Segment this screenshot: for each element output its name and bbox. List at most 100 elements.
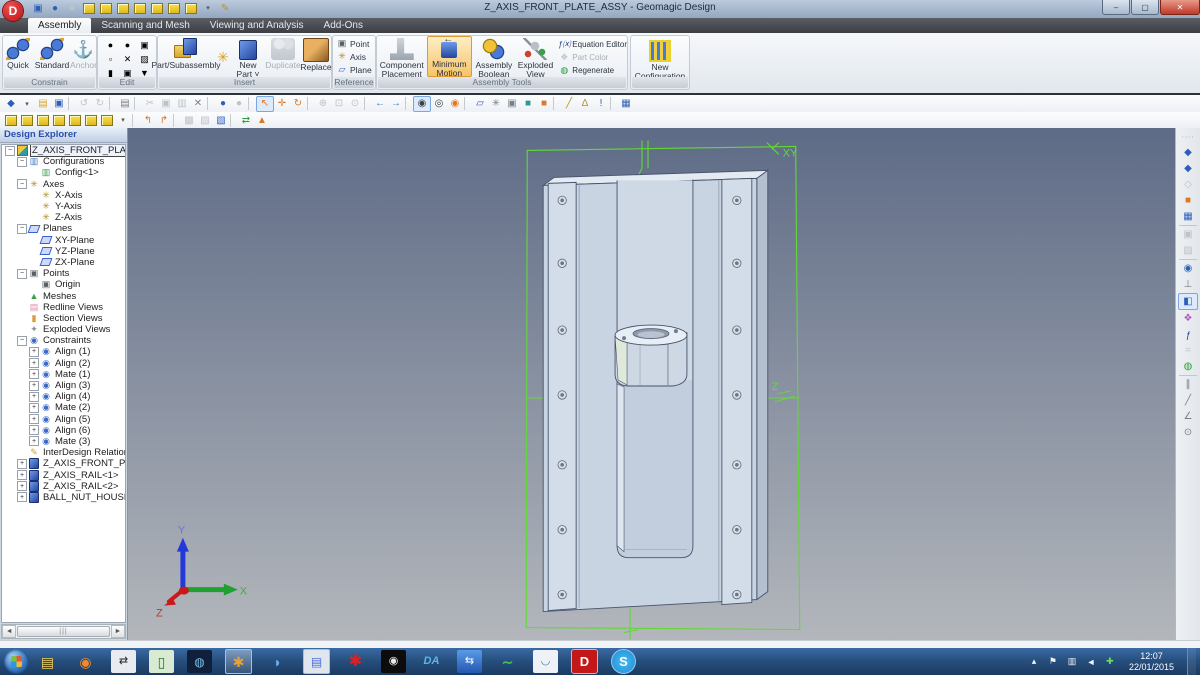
- tab-assembly[interactable]: Assembly: [28, 18, 91, 33]
- tree-expander[interactable]: +: [29, 369, 39, 379]
- right-toolbar-grip[interactable]: ∙∙∙∙: [1179, 129, 1197, 144]
- tree-redline-views[interactable]: Redline Views: [2, 302, 125, 313]
- tree-expander[interactable]: [29, 280, 39, 290]
- right-equation-editor-button[interactable]: ƒ: [1179, 327, 1197, 342]
- edit-icon-6[interactable]: ▨: [136, 52, 153, 66]
- tree-mate-3[interactable]: + Mate (3): [2, 436, 125, 447]
- tree-expander[interactable]: +: [17, 470, 27, 480]
- tray-volume[interactable]: ◄: [1085, 657, 1097, 667]
- tree-expander[interactable]: −: [17, 269, 27, 279]
- tab-scanning-and-mesh[interactable]: Scanning and Mesh: [91, 18, 199, 33]
- right-duplicate-button[interactable]: ◇: [1179, 177, 1197, 192]
- export-scene-button[interactable]: ▲: [254, 113, 270, 127]
- paste-button[interactable]: ▥: [174, 97, 190, 111]
- box-tool-button[interactable]: ■: [520, 97, 536, 111]
- tab-viewing-and-analysis[interactable]: Viewing and Analysis: [200, 18, 314, 33]
- mesh-display-1-button[interactable]: ▩: [181, 113, 197, 127]
- tree-expander[interactable]: [29, 235, 39, 245]
- ball-nut-housing-model[interactable]: [615, 325, 687, 386]
- right-measure-angle-button[interactable]: ∠: [1179, 409, 1197, 424]
- pan-button[interactable]: ✛: [274, 97, 290, 111]
- tree-x-axis[interactable]: X-Axis: [2, 190, 125, 201]
- select-arrow-button[interactable]: ↖: [256, 96, 274, 112]
- zoom-fit-button[interactable]: ⊙: [347, 97, 363, 111]
- tree-z-axis-rail-2[interactable]: + Z_AXIS_RAIL<2>: [2, 481, 125, 492]
- view-cube-back[interactable]: [67, 113, 83, 127]
- tree-expander[interactable]: +: [29, 347, 39, 357]
- right-pattern-button[interactable]: ▦: [1179, 209, 1197, 224]
- show-desktop-button[interactable]: [1187, 648, 1196, 675]
- tree-expander[interactable]: [29, 257, 39, 267]
- tree-meshes[interactable]: Meshes: [2, 290, 125, 301]
- tree-align-3[interactable]: + Align (3): [2, 380, 125, 391]
- new-part-document-button[interactable]: ◆: [3, 97, 19, 111]
- display-settings-button[interactable]: ▦: [618, 97, 634, 111]
- scrollbar-thumb[interactable]: |||: [17, 626, 109, 637]
- viewport-3d[interactable]: XY Z: [128, 128, 1175, 640]
- measure-button[interactable]: ╱: [561, 97, 577, 111]
- tree-expander[interactable]: −: [17, 157, 27, 167]
- right-minimum-motion-button[interactable]: ◧: [1178, 293, 1198, 310]
- reference-plane-button[interactable]: ▱ Plane: [333, 63, 375, 76]
- right-constraint-button[interactable]: ◉: [1179, 261, 1197, 276]
- right-mirror-button[interactable]: ▣: [1179, 227, 1197, 242]
- point-tool-button[interactable]: ▣: [504, 97, 520, 111]
- taskbar-openoffice[interactable]: ◡: [533, 650, 558, 673]
- tree-expander[interactable]: [29, 190, 39, 200]
- right-part-color-button[interactable]: ❖: [1179, 311, 1197, 326]
- tree-align-1[interactable]: + Align (1): [2, 346, 125, 357]
- tree-expander[interactable]: +: [29, 392, 39, 402]
- view-cube-front[interactable]: [19, 113, 35, 127]
- right-measure-distance-button[interactable]: ∥: [1179, 377, 1197, 392]
- tree-origin[interactable]: Origin: [2, 279, 125, 290]
- right-dissolve-button[interactable]: ▨: [1179, 243, 1197, 258]
- taskbar-red-app[interactable]: ✱: [343, 650, 368, 673]
- scroll-right-arrow-icon[interactable]: ►: [111, 625, 125, 638]
- tree-mate-1[interactable]: + Mate (1): [2, 369, 125, 380]
- new-part-button[interactable]: New Part ˅: [232, 36, 264, 77]
- taskbar-design-app[interactable]: DA: [419, 650, 444, 673]
- tree-expander[interactable]: −: [5, 146, 15, 156]
- next-view-button[interactable]: →: [388, 97, 404, 111]
- view-cube-back-right[interactable]: [83, 113, 99, 127]
- redo-button[interactable]: ↻: [92, 97, 108, 111]
- tray-network[interactable]: ▥: [1066, 656, 1078, 667]
- minimize-button[interactable]: –: [1102, 0, 1130, 15]
- tree-expander[interactable]: +: [29, 381, 39, 391]
- part-tool-button[interactable]: ■: [536, 97, 552, 111]
- right-new-part-button[interactable]: ◆: [1179, 161, 1197, 176]
- right-replace-button[interactable]: ■: [1179, 193, 1197, 208]
- view-cube-iso[interactable]: [99, 113, 115, 127]
- mesh-display-2-button[interactable]: ▨: [197, 113, 213, 127]
- right-component-placement-button[interactable]: ⊥: [1179, 277, 1197, 292]
- right-measure-line-button[interactable]: ╱: [1179, 393, 1197, 408]
- tree-expander[interactable]: [29, 213, 39, 223]
- taskbar-firefox[interactable]: ◉: [73, 650, 98, 673]
- component-placement-button[interactable]: Component Placement: [377, 36, 427, 77]
- tree-expander[interactable]: [17, 313, 27, 323]
- tree-align-2[interactable]: + Align (2): [2, 358, 125, 369]
- tree-expander[interactable]: +: [29, 403, 39, 413]
- shaded-edges-display-button[interactable]: ◉: [447, 97, 463, 111]
- tray-update[interactable]: ✚: [1104, 656, 1116, 667]
- tree-expander[interactable]: −: [17, 336, 27, 346]
- cut-button[interactable]: ✂: [142, 97, 158, 111]
- tree-expander[interactable]: −: [17, 179, 27, 189]
- open-button[interactable]: ▤: [35, 97, 51, 111]
- regenerate-button[interactable]: ◍ Regenerate: [555, 64, 627, 77]
- edit-icon-5[interactable]: ✕: [119, 52, 136, 66]
- tree-expander[interactable]: [29, 168, 39, 178]
- tree-align-5[interactable]: + Align (5): [2, 414, 125, 425]
- right-regenerate-button[interactable]: ◍: [1179, 359, 1197, 374]
- minimum-motion-button[interactable]: Minimum Motion: [427, 36, 473, 77]
- tree-exploded-views[interactable]: Exploded Views: [2, 324, 125, 335]
- right-part-subassembly-button[interactable]: ◆: [1179, 145, 1197, 160]
- duplicate-button[interactable]: Duplicate: [264, 36, 302, 77]
- taskbar-camera-app[interactable]: ◉: [381, 650, 406, 673]
- interference-check-button[interactable]: !: [593, 97, 609, 111]
- tree-expander[interactable]: +: [17, 481, 27, 491]
- plane-tool-button[interactable]: ▱: [472, 97, 488, 111]
- equation-editor-button[interactable]: ƒ⒳ Equation Editor: [555, 38, 627, 51]
- tree-expander[interactable]: [17, 302, 27, 312]
- tree-align-4[interactable]: + Align (4): [2, 391, 125, 402]
